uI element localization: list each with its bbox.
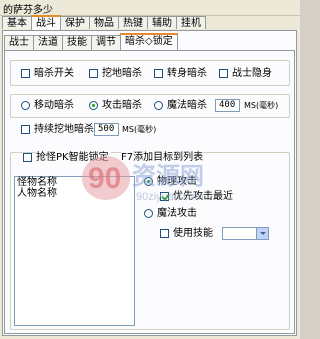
attack-assassin-label: 攻击暗杀 bbox=[102, 100, 142, 111]
subtab-skills[interactable]: 技能 bbox=[62, 35, 92, 50]
watermark-icon: 90 资源网 90ziyuan.com bbox=[82, 156, 204, 203]
use-skill-label: 使用技能 bbox=[173, 228, 213, 239]
watermark-url: 90ziyuan.com bbox=[136, 191, 204, 203]
magic-assassin-label: 魔法暗杀 bbox=[167, 100, 207, 111]
svg-text:90: 90 bbox=[88, 162, 121, 195]
move-assassin-radio[interactable] bbox=[21, 101, 30, 110]
tab-items[interactable]: 物品 bbox=[89, 16, 119, 29]
magic-assassin-delay-input[interactable]: 400 bbox=[215, 99, 240, 112]
window-title: 的萨芬多少 bbox=[3, 5, 53, 16]
skill-select[interactable] bbox=[222, 227, 269, 240]
watermark-text: 资源网 bbox=[132, 162, 204, 190]
tab-hotkeys[interactable]: 热键 bbox=[118, 16, 148, 29]
sub-tab-bar: 战士 法道 技能 调节 暗杀◇锁定 bbox=[4, 33, 178, 50]
subtab-warrior[interactable]: 战士 bbox=[4, 35, 34, 50]
continuous-dig-label: 持续挖地暗杀 bbox=[34, 124, 94, 135]
tab-basic[interactable]: 基本 bbox=[2, 16, 32, 29]
continuous-dig-checkbox[interactable] bbox=[21, 125, 30, 134]
tab-assist[interactable]: 辅助 bbox=[147, 16, 177, 29]
continuous-dig-unit: MS(毫秒) bbox=[122, 125, 157, 134]
assassin-switch-checkbox[interactable] bbox=[21, 69, 30, 78]
teleport-assassin-label: 转身暗杀 bbox=[167, 68, 207, 79]
watermark-logo: 90 资源网 90ziyuan.com bbox=[80, 146, 220, 226]
teleport-assassin-checkbox[interactable] bbox=[154, 69, 163, 78]
dig-assassin-label: 挖地暗杀 bbox=[102, 68, 142, 79]
continuous-dig-delay-input[interactable]: 500 bbox=[94, 123, 119, 136]
warrior-stealth-checkbox[interactable] bbox=[219, 69, 228, 78]
attack-assassin-radio[interactable] bbox=[89, 101, 98, 110]
move-assassin-label: 移动暗杀 bbox=[34, 100, 74, 111]
magic-assassin-radio[interactable] bbox=[154, 101, 163, 110]
tab-afk[interactable]: 挂机 bbox=[176, 16, 206, 29]
tab-protect[interactable]: 保护 bbox=[60, 16, 90, 29]
use-skill-checkbox[interactable] bbox=[160, 229, 169, 238]
main-tab-bar: 基本 战斗 保护 物品 热键 辅助 挂机 bbox=[2, 15, 206, 30]
dig-assassin-checkbox[interactable] bbox=[89, 69, 98, 78]
warrior-stealth-label: 战士隐身 bbox=[232, 68, 272, 79]
smart-lock-checkbox[interactable] bbox=[23, 153, 32, 162]
subtab-assassin-lock[interactable]: 暗杀◇锁定 bbox=[120, 33, 178, 50]
tab-combat[interactable]: 战斗 bbox=[31, 15, 61, 30]
assassin-switch-label: 暗杀开关 bbox=[34, 68, 74, 79]
subtab-tuning[interactable]: 调节 bbox=[91, 35, 121, 50]
magic-assassin-unit: MS(毫秒) bbox=[244, 101, 279, 110]
app-window: 的萨芬多少 基本 战斗 保护 物品 热键 辅助 挂机 战士 法道 技能 调节 暗… bbox=[0, 0, 300, 339]
chevron-down-icon[interactable] bbox=[256, 228, 268, 239]
subtab-mage-taoist[interactable]: 法道 bbox=[33, 35, 63, 50]
title-bar: 的萨芬多少 bbox=[0, 0, 300, 16]
